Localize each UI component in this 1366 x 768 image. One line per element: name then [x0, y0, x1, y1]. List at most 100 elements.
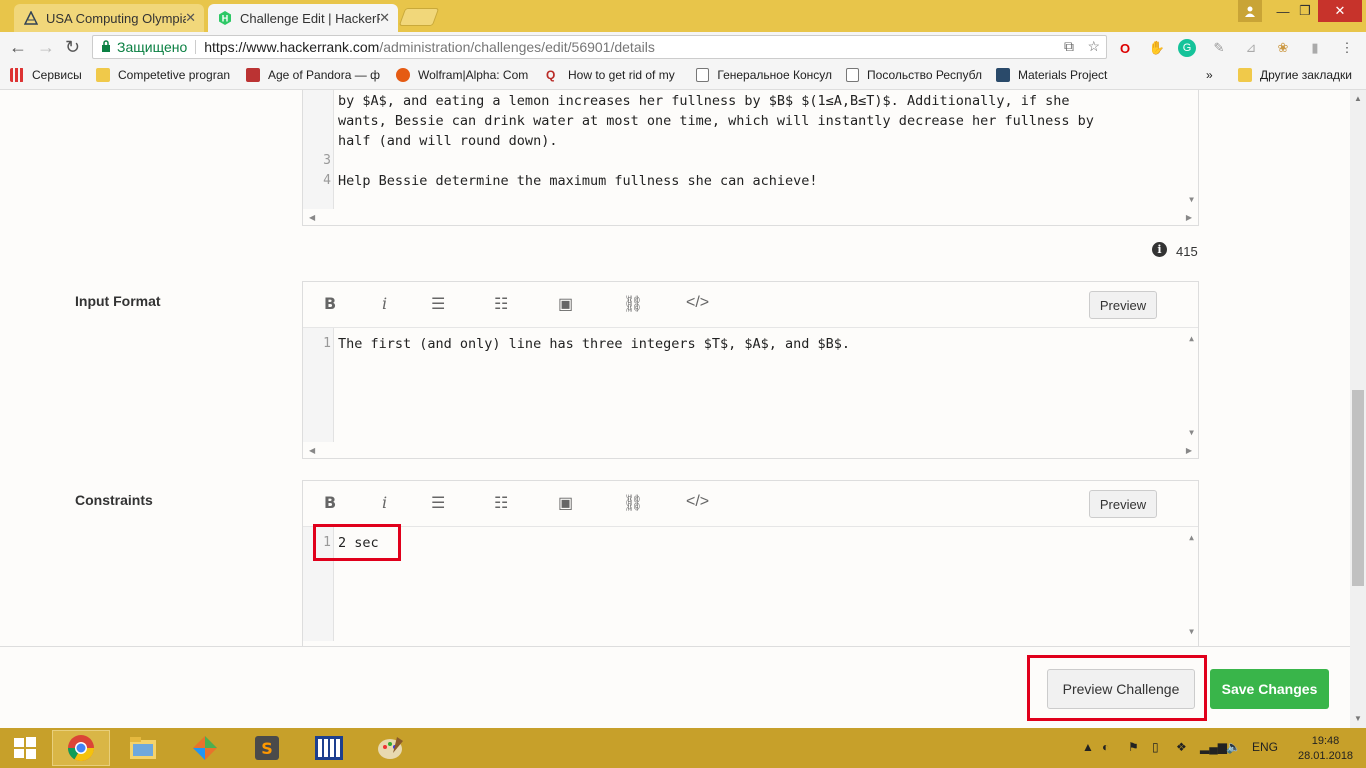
- unordered-list-icon[interactable]: ☷: [494, 493, 508, 513]
- start-button[interactable]: [0, 730, 50, 766]
- close-tab-icon[interactable]: ✕: [379, 10, 390, 26]
- info-icon[interactable]: i: [1152, 242, 1167, 257]
- italic-icon[interactable]: i: [382, 493, 387, 512]
- scroll-left-arrow-icon[interactable]: ◀: [309, 446, 315, 455]
- file-explorer-taskbar-icon[interactable]: [114, 730, 172, 766]
- bookmark-item[interactable]: Генеральное Консул: [696, 68, 832, 82]
- extension-stats-icon[interactable]: ▮: [1306, 39, 1324, 57]
- bookmarks-more-button[interactable]: »: [1206, 68, 1213, 82]
- menu-icon[interactable]: ⋮: [1338, 39, 1356, 57]
- flag-tray-icon[interactable]: ⚑: [1128, 740, 1139, 754]
- system-clock[interactable]: 19:48 28.01.2018: [1298, 734, 1353, 764]
- bookmark-item[interactable]: Wolfram|Alpha: Com: [396, 68, 532, 82]
- reload-icon[interactable]: ↻: [65, 37, 80, 58]
- constraints-code-area[interactable]: 1 2 sec ▲ ▼: [303, 527, 1198, 641]
- sublime-text-taskbar-icon[interactable]: S: [238, 730, 296, 766]
- language-indicator[interactable]: ENG: [1252, 740, 1278, 754]
- bookmark-label: Другие закладки: [1260, 68, 1352, 82]
- page-icon: [696, 68, 710, 82]
- translate-icon[interactable]: ⧉: [1064, 38, 1074, 55]
- line-number: 1: [323, 336, 331, 351]
- scroll-down-arrow-icon[interactable]: ▼: [1189, 627, 1194, 636]
- back-icon[interactable]: ←: [9, 37, 27, 58]
- bookmark-other[interactable]: Другие закладки: [1238, 68, 1352, 82]
- close-tab-icon[interactable]: ✕: [185, 10, 196, 26]
- preview-button[interactable]: Preview: [1089, 490, 1157, 518]
- browser-toolbar: ← → ↻ Защищено https://www.hackerrank.co…: [0, 32, 1366, 62]
- italic-icon[interactable]: i: [382, 294, 387, 313]
- bookmark-item[interactable]: Materials Project: [996, 68, 1132, 82]
- bold-icon[interactable]: B: [324, 294, 336, 313]
- scroll-down-arrow-icon[interactable]: ▼: [1189, 428, 1194, 437]
- scroll-right-arrow-icon[interactable]: ▶: [1186, 446, 1192, 455]
- link-icon[interactable]: ⛓: [623, 493, 643, 513]
- code-icon[interactable]: </>: [686, 493, 709, 511]
- extension-opera-icon[interactable]: O: [1116, 39, 1134, 57]
- scroll-right-arrow-icon[interactable]: ▶: [1186, 213, 1192, 222]
- scroll-up-arrow-icon[interactable]: ▲: [1189, 334, 1194, 343]
- code-icon[interactable]: </>: [686, 294, 709, 312]
- weather-tray-icon[interactable]: ◐: [1102, 740, 1109, 754]
- bookmark-label: How to get rid of my: [568, 68, 675, 82]
- library-taskbar-icon[interactable]: [300, 730, 358, 766]
- bookmark-item[interactable]: Age of Pandora — ф: [246, 68, 382, 82]
- paint-taskbar-icon[interactable]: [362, 730, 420, 766]
- save-changes-button[interactable]: Save Changes: [1210, 669, 1329, 709]
- ordered-list-icon[interactable]: ☰: [431, 493, 445, 513]
- scroll-up-arrow-icon[interactable]: ▲: [1354, 94, 1362, 103]
- image-icon[interactable]: ▣: [558, 294, 573, 314]
- extension-fruit-icon[interactable]: ❀: [1274, 39, 1292, 57]
- input-format-editor[interactable]: B i ☰ ☷ ▣ ⛓ </> Preview 1 The first (and…: [302, 281, 1199, 459]
- windows-taskbar: S ▲ ◐ ⚑ ▯ ❖ ▂▄▆ 🔈 ENG 19:48 28.01.2018: [0, 728, 1366, 768]
- scroll-up-arrow-icon[interactable]: ▲: [1189, 533, 1194, 542]
- bookmark-item[interactable]: Посольство Республ: [846, 68, 982, 82]
- address-bar[interactable]: Защищено https://www.hackerrank.com/admi…: [92, 35, 1107, 59]
- new-tab-button[interactable]: [398, 8, 440, 26]
- volume-tray-icon[interactable]: 🔈: [1226, 740, 1241, 754]
- browser-titlebar: USA Computing Olympia ✕ H Challenge Edit…: [0, 0, 1366, 32]
- lock-icon: [101, 39, 111, 55]
- scroll-left-arrow-icon[interactable]: ◀: [309, 213, 315, 222]
- preview-button[interactable]: Preview: [1089, 291, 1157, 319]
- constraints-editor[interactable]: B i ☰ ☷ ▣ ⛓ </> Preview 1 2 sec ▲ ▼: [302, 480, 1199, 646]
- apps-grid-icon: [10, 68, 24, 82]
- highlight-preview-challenge: [1027, 655, 1207, 721]
- bookmark-item[interactable]: Q How to get rid of my: [546, 68, 682, 82]
- show-hidden-icons-icon[interactable]: ▲: [1082, 740, 1094, 754]
- page-scrollbar[interactable]: ▲ ▼: [1350, 90, 1366, 728]
- link-icon[interactable]: ⛓: [623, 294, 643, 314]
- extension-grammarly-icon[interactable]: G: [1178, 39, 1196, 57]
- statement-code-area[interactable]: by $A$, and eating a lemon increases her…: [303, 90, 1198, 209]
- extension-pdf-icon[interactable]: ⊿: [1242, 39, 1260, 57]
- star-icon[interactable]: ☆: [1087, 38, 1100, 55]
- bold-icon[interactable]: B: [324, 493, 336, 512]
- unordered-list-icon[interactable]: ☷: [494, 294, 508, 314]
- bookmark-item[interactable]: Competetive progran: [96, 68, 232, 82]
- tab-challenge-edit[interactable]: H Challenge Edit | HackerRa ✕: [208, 4, 398, 32]
- app-diamond-taskbar-icon[interactable]: [176, 730, 234, 766]
- minimize-icon[interactable]: —: [1272, 0, 1294, 22]
- extension-pen-icon[interactable]: ✎: [1210, 39, 1228, 57]
- network-tray-icon[interactable]: ▂▄▆: [1200, 740, 1227, 754]
- scroll-down-arrow-icon[interactable]: ▼: [1354, 714, 1362, 723]
- scrollbar-thumb[interactable]: [1352, 390, 1364, 586]
- close-window-icon[interactable]: ✕: [1318, 0, 1362, 22]
- forward-icon[interactable]: →: [37, 37, 55, 58]
- bookmark-apps[interactable]: Сервисы: [10, 68, 82, 82]
- tab-usaco[interactable]: USA Computing Olympia ✕: [14, 4, 204, 32]
- bookmark-label: Генеральное Консул: [717, 68, 832, 82]
- line-number: 3: [323, 153, 331, 168]
- clock-time: 19:48: [1311, 735, 1340, 747]
- statement-editor[interactable]: by $A$, and eating a lemon increases her…: [302, 90, 1199, 226]
- input-format-code-area[interactable]: 1 The first (and only) line has three in…: [303, 328, 1198, 442]
- user-profile-icon[interactable]: [1238, 0, 1262, 22]
- dropbox-tray-icon[interactable]: ❖: [1176, 740, 1187, 754]
- wolfram-icon: [396, 68, 410, 82]
- chrome-taskbar-icon[interactable]: [52, 730, 110, 766]
- extension-hand-icon[interactable]: ✋: [1148, 39, 1166, 57]
- scroll-down-arrow-icon[interactable]: ▼: [1189, 195, 1194, 204]
- ordered-list-icon[interactable]: ☰: [431, 294, 445, 314]
- device-tray-icon[interactable]: ▯: [1152, 740, 1159, 754]
- image-icon[interactable]: ▣: [558, 493, 573, 513]
- maximize-icon[interactable]: ❐: [1294, 0, 1316, 22]
